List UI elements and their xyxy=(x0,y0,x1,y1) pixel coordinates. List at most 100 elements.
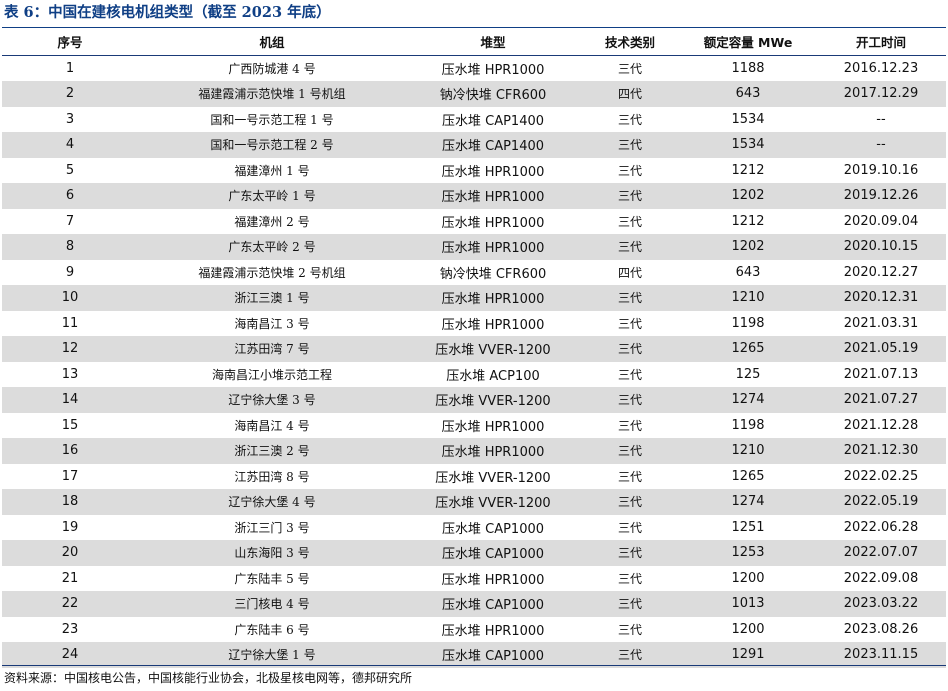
table-title: 表 6：中国在建核电机组类型（截至 2023 年底） xyxy=(4,4,331,21)
cell-start: 2021.12.28 xyxy=(843,417,919,433)
cell-reactor: 压水堆 VVER-1200 xyxy=(435,470,551,486)
table-row: 6 广东太平岭 1 号压水堆 HPR1000 三代 1202 2019.12.26 xyxy=(2,183,946,209)
cell-capacity: 1251 xyxy=(731,519,765,535)
header-capacity: 额定容量 MWe xyxy=(680,29,816,56)
cell-start: 2022.06.28 xyxy=(843,519,919,535)
cell-start: 2020.09.04 xyxy=(843,213,919,229)
cell-no: 11 xyxy=(61,315,79,331)
cell-capacity: 1188 xyxy=(731,60,765,76)
cell-generation: 三代 xyxy=(617,316,642,331)
cell-generation: 三代 xyxy=(617,571,642,586)
reactor-table: 序号 机组 堆型 技术类别 额定容量 MWe 开工时间 1 广西防城港 4 号压水… xyxy=(2,29,946,668)
cell-capacity: 1202 xyxy=(680,183,816,209)
table-header-row: 序号 机组 堆型 技术类别 额定容量 MWe 开工时间 xyxy=(2,29,946,56)
cell-unit: 广东太平岭 2 号 xyxy=(138,234,406,260)
cell-generation: 三代 xyxy=(617,163,642,178)
cell-reactor: 压水堆 HPR1000 xyxy=(406,183,580,209)
cell-capacity: 1212 xyxy=(731,162,765,178)
cell-start: 2020.12.27 xyxy=(843,264,919,280)
title-divider xyxy=(2,27,946,28)
cell-unit: 浙江三门 3 号 xyxy=(234,520,310,535)
cell-generation: 三代 xyxy=(580,540,680,566)
table-row: 13 海南昌江小堆示范工程 压水堆 ACP100 三代 125 2021.07.13 xyxy=(2,362,946,388)
cell-unit: 福建漳州 1 号 xyxy=(234,163,310,178)
cell-start: 2021.07.13 xyxy=(843,366,919,382)
cell-unit: 辽宁徐大堡 3 号 xyxy=(138,387,406,413)
cell-reactor: 压水堆 CAP1400 xyxy=(406,132,580,158)
cell-capacity: 125 xyxy=(735,366,761,382)
cell-no: 6 xyxy=(2,183,138,209)
table-row: 16 浙江三澳 2 号压水堆 HPR1000 三代 1210 2021.12.30 xyxy=(2,438,946,464)
cell-generation: 三代 xyxy=(580,336,680,362)
cell-generation: 三代 xyxy=(617,469,642,484)
cell-reactor: 压水堆 CAP1000 xyxy=(406,540,580,566)
header-generation: 技术类别 xyxy=(580,29,680,56)
cell-unit: 江苏田湾 7 号 xyxy=(138,336,406,362)
cell-no: 2 xyxy=(2,81,138,107)
cell-no: 17 xyxy=(61,468,79,484)
cell-no: 16 xyxy=(2,438,138,464)
cell-generation: 四代 xyxy=(617,265,642,280)
cell-start: 2021.05.19 xyxy=(816,336,946,362)
cell-capacity: 643 xyxy=(680,81,816,107)
table-row: 2 福建霞浦示范快堆 1 号机组 钠冷快堆 CFR600 四代 643 2017.12.2… xyxy=(2,81,946,107)
cell-capacity: 1274 xyxy=(680,489,816,515)
cell-start: 2023.03.22 xyxy=(816,591,946,617)
cell-no: 3 xyxy=(65,111,75,127)
cell-start: 2020.12.31 xyxy=(816,285,946,311)
cell-capacity: 1210 xyxy=(680,438,816,464)
table-row: 11 海南昌江 3 号 压水堆 HPR1000 三代 1198 2021.03.31 xyxy=(2,311,946,337)
cell-capacity: 643 xyxy=(735,264,761,280)
cell-no: 20 xyxy=(2,540,138,566)
cell-no: 14 xyxy=(2,387,138,413)
cell-unit: 山东海阳 3 号 xyxy=(138,540,406,566)
cell-reactor: 压水堆 HPR1000 xyxy=(441,572,545,588)
cell-start: 2021.03.31 xyxy=(843,315,919,331)
table-row: 24 辽宁徐大堡 1 号压水堆 CAP1000 三代 1291 2023.11.15 xyxy=(2,642,946,668)
cell-capacity: 1198 xyxy=(731,315,765,331)
cell-generation: 三代 xyxy=(580,438,680,464)
cell-generation: 三代 xyxy=(617,214,642,229)
table-row: 9 福建霞浦示范快堆 2 号机组 钠冷快堆 CFR600 四代 643 2020.12.2… xyxy=(2,260,946,286)
cell-reactor: 压水堆 HPR1000 xyxy=(406,285,580,311)
source-note: 资料来源：中国核电公告，中国核能行业协会，北极星核电网等，德邦研究所 xyxy=(4,671,413,685)
table-row: 14 辽宁徐大堡 3 号压水堆 VVER-1200 三代 1274 2021.07.27 xyxy=(2,387,946,413)
cell-start: 2021.07.27 xyxy=(816,387,946,413)
table-row: 18 辽宁徐大堡 4 号压水堆 VVER-1200 三代 1274 2022.05.19 xyxy=(2,489,946,515)
cell-start: 2022.09.08 xyxy=(843,570,919,586)
table-row: 5 福建漳州 1 号 压水堆 HPR1000 三代 1212 2019.10.16 xyxy=(2,158,946,184)
cell-no: 22 xyxy=(2,591,138,617)
cell-generation: 三代 xyxy=(617,622,642,637)
cell-unit: 国和一号示范工程 2 号 xyxy=(138,132,406,158)
cell-start: -- xyxy=(876,111,886,127)
table-row: 8 广东太平岭 2 号压水堆 HPR1000 三代 1202 2020.10.15 xyxy=(2,234,946,260)
cell-no: 24 xyxy=(2,642,138,668)
cell-capacity: 1265 xyxy=(731,468,765,484)
cell-unit: 福建霞浦示范快堆 2 号机组 xyxy=(198,265,346,280)
cell-generation: 三代 xyxy=(580,234,680,260)
cell-unit: 辽宁徐大堡 4 号 xyxy=(138,489,406,515)
table-row: 4 国和一号示范工程 2 号压水堆 CAP1400 三代 1534 -- xyxy=(2,132,946,158)
cell-start: 2016.12.23 xyxy=(843,60,919,76)
cell-capacity: 1200 xyxy=(731,621,765,637)
cell-reactor: 压水堆 VVER-1200 xyxy=(406,387,580,413)
cell-reactor: 压水堆 HPR1000 xyxy=(441,317,545,333)
cell-generation: 三代 xyxy=(580,132,680,158)
cell-no: 8 xyxy=(2,234,138,260)
cell-generation: 三代 xyxy=(617,61,642,76)
cell-generation: 三代 xyxy=(580,489,680,515)
cell-no: 18 xyxy=(2,489,138,515)
cell-start: 2019.12.26 xyxy=(816,183,946,209)
cell-reactor: 钠冷快堆 CFR600 xyxy=(439,266,547,282)
cell-no: 21 xyxy=(61,570,79,586)
cell-no: 9 xyxy=(65,264,75,280)
cell-generation: 三代 xyxy=(580,642,680,668)
cell-no: 19 xyxy=(61,519,79,535)
cell-capacity: 1274 xyxy=(680,387,816,413)
table-row: 23 广东陆丰 6 号 压水堆 HPR1000 三代 1200 2023.08.26 xyxy=(2,617,946,643)
cell-no: 5 xyxy=(65,162,75,178)
cell-generation: 三代 xyxy=(617,367,642,382)
cell-start: 2022.05.19 xyxy=(816,489,946,515)
cell-reactor: 压水堆 HPR1000 xyxy=(441,419,545,435)
cell-unit: 广东陆丰 6 号 xyxy=(234,622,310,637)
